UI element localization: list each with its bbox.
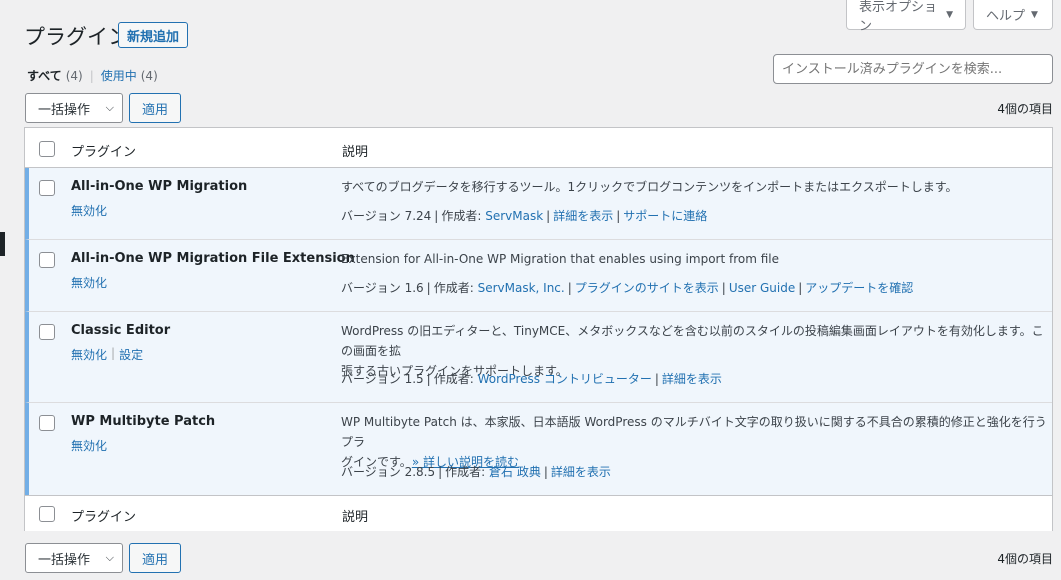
filter-all[interactable]: すべて xyxy=(27,67,62,84)
plugin-version: バージョン 1.6 xyxy=(341,281,424,295)
plugin-row-classic-editor: Classic Editor 無効化 | 設定 WordPress の旧エディタ… xyxy=(25,312,1052,403)
table-footer: プラグイン 説明 xyxy=(25,495,1052,531)
plugin-description: Extension for All-in-One WP Migration th… xyxy=(341,252,780,266)
plugin-search-input[interactable] xyxy=(773,54,1053,84)
author-label: 作成者: xyxy=(445,465,486,479)
plugin-name: All-in-One WP Migration xyxy=(71,179,248,194)
bulk-actions-label: 一括操作 xyxy=(38,552,91,568)
settings-link[interactable]: 設定 xyxy=(119,346,143,363)
add-new-button[interactable]: 新規追加 xyxy=(118,22,189,48)
author-label: 作成者: xyxy=(441,209,482,223)
bulk-actions-select-bottom[interactable]: 一括操作 ⌵ xyxy=(25,543,123,573)
author-link[interactable]: WordPress コントリビューター xyxy=(478,372,652,386)
admin-sidebar-edge xyxy=(0,0,5,580)
table-header: プラグイン 説明 xyxy=(25,128,1052,168)
plugin-row-wp-multibyte-patch: WP Multibyte Patch 無効化 WP Multibyte Patc… xyxy=(25,403,1052,495)
caret-down-icon: ▼ xyxy=(946,9,953,20)
plugin-checkbox[interactable] xyxy=(39,415,55,431)
plugin-meta: バージョン 2.8.5 | 作成者: 倉石 政典 | 詳細を表示 xyxy=(341,465,611,479)
items-count-bottom: 4個の項目 xyxy=(997,552,1053,566)
description-line: WP Multibyte Patch は、本家版、日本語版 WordPress … xyxy=(341,415,1047,449)
author-link[interactable]: ServMask xyxy=(485,209,543,223)
select-all-checkbox-footer[interactable] xyxy=(39,506,55,522)
filter-active[interactable]: 使用中 xyxy=(101,67,137,84)
column-description-header: 説明 xyxy=(342,145,369,160)
plugins-table: プラグイン 説明 All-in-One WP Migration 無効化 すべて… xyxy=(24,127,1053,531)
action-separator: | xyxy=(111,346,116,360)
select-all-checkbox[interactable] xyxy=(39,141,55,157)
support-link[interactable]: サポートに連絡 xyxy=(623,209,707,223)
plugin-meta: バージョン 1.5 | 作成者: WordPress コントリビューター | 詳細を表示 xyxy=(341,372,722,386)
caret-down-icon: ▼ xyxy=(1031,9,1038,20)
author-link[interactable]: 倉石 政典 xyxy=(489,465,541,479)
plugin-checkbox[interactable] xyxy=(39,324,55,340)
deactivate-link[interactable]: 無効化 xyxy=(71,274,107,291)
plugin-version: バージョン 7.24 xyxy=(341,209,432,223)
plugin-meta: バージョン 7.24 | 作成者: ServMask | 詳細を表示 | サポートに連絡 xyxy=(341,209,708,223)
filter-all-count: (4) xyxy=(65,68,83,83)
apply-button-bottom[interactable]: 適用 xyxy=(129,543,182,573)
plugin-meta: バージョン 1.6 | 作成者: ServMask, Inc. | プラグインのサイトを… xyxy=(341,281,914,295)
author-label: 作成者: xyxy=(433,281,474,295)
plugin-row-file-extension: All-in-One WP Migration File Extension 無… xyxy=(25,240,1052,312)
plugin-actions: 無効化 xyxy=(71,274,107,291)
plugin-checkbox[interactable] xyxy=(39,180,55,196)
plugin-checkbox[interactable] xyxy=(39,252,55,268)
plugin-site-link[interactable]: プラグインのサイトを表示 xyxy=(575,281,719,295)
view-details-link[interactable]: 詳細を表示 xyxy=(662,372,722,386)
plugin-name: All-in-One WP Migration File Extension xyxy=(71,251,355,266)
column-plugin-footer: プラグイン xyxy=(71,510,137,525)
plugin-name: Classic Editor xyxy=(71,323,171,338)
items-count-top: 4個の項目 xyxy=(997,102,1053,116)
bulk-actions-label: 一括操作 xyxy=(38,102,91,118)
sidebar-edge-marker xyxy=(0,232,5,256)
deactivate-link[interactable]: 無効化 xyxy=(71,437,107,454)
chevron-down-icon: ⌵ xyxy=(105,551,114,564)
help-button[interactable]: ヘルプ ▼ xyxy=(973,0,1053,30)
plugin-name: WP Multibyte Patch xyxy=(71,414,216,429)
deactivate-link[interactable]: 無効化 xyxy=(71,346,107,363)
bulk-actions-select-top[interactable]: 一括操作 ⌵ xyxy=(25,93,123,123)
description-line: WordPress の旧エディターと、TinyMCE、メタボックスなどを含む以前… xyxy=(341,324,1044,358)
plugin-row-all-in-one-wp-migration: All-in-One WP Migration 無効化 すべてのブログデータを移… xyxy=(25,168,1052,240)
screen-options-button[interactable]: 表示オプション ▼ xyxy=(846,0,966,34)
user-guide-link[interactable]: User Guide xyxy=(729,281,795,295)
author-label: 作成者: xyxy=(433,372,474,386)
deactivate-link[interactable]: 無効化 xyxy=(71,202,107,219)
author-link[interactable]: ServMask, Inc. xyxy=(478,281,565,295)
column-plugin-header: プラグイン xyxy=(71,145,137,160)
chevron-down-icon: ⌵ xyxy=(105,101,114,114)
plugin-description: すべてのブログデータを移行するツール。1クリックでブログコンテンツをインポートま… xyxy=(341,180,958,194)
plugin-actions: 無効化 xyxy=(71,202,107,219)
status-filters: すべて (4) | 使用中 (4) xyxy=(27,67,158,84)
check-updates-link[interactable]: アップデートを確認 xyxy=(805,281,913,295)
filter-separator: | xyxy=(89,68,94,83)
column-description-footer: 説明 xyxy=(342,510,369,525)
screen-options-label: 表示オプション xyxy=(859,0,938,34)
view-details-link[interactable]: 詳細を表示 xyxy=(551,465,611,479)
plugin-actions: 無効化 xyxy=(71,437,107,454)
apply-button-top[interactable]: 適用 xyxy=(129,93,182,123)
filter-active-count: (4) xyxy=(140,68,158,83)
help-label: ヘルプ xyxy=(986,9,1026,24)
plugin-actions: 無効化 | 設定 xyxy=(71,346,143,363)
view-details-link[interactable]: 詳細を表示 xyxy=(553,209,613,223)
page-title: プラグイン xyxy=(24,25,129,49)
plugin-version: バージョン 2.8.5 xyxy=(341,465,436,479)
plugin-version: バージョン 1.5 xyxy=(341,372,424,386)
